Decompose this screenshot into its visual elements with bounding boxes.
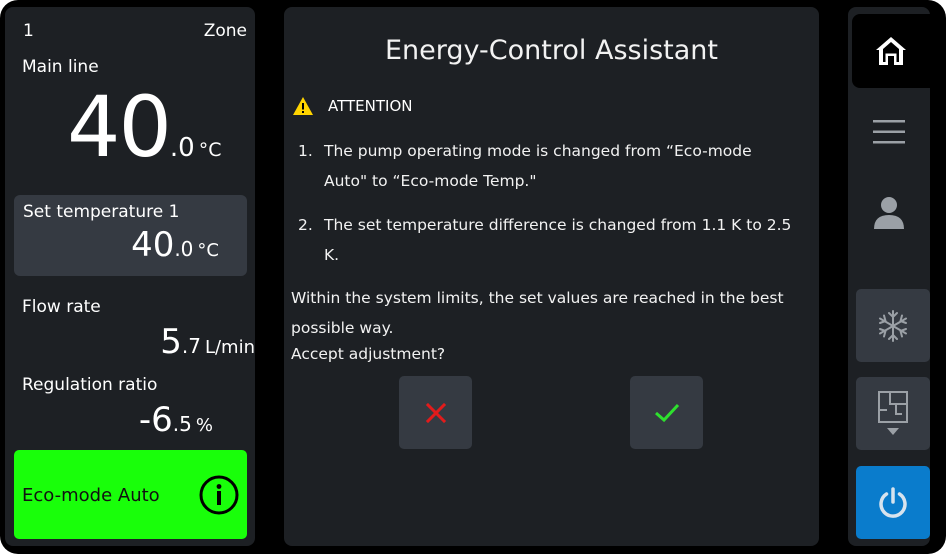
set-temperature-label: Set temperature 1 (23, 202, 180, 222)
warning-icon (293, 97, 313, 115)
attention-text: ATTENTION (328, 97, 413, 115)
energy-control-dialog: Energy-Control Assistant ATTENTION 1. Th… (284, 7, 819, 546)
zone-panel: 1 Zone Main line 40.0 °C Set temperature … (5, 7, 255, 546)
dialog-body-line: Within the system limits, the set values… (291, 289, 784, 307)
set-temperature-tile[interactable]: Set temperature 1 40.0 °C (14, 195, 247, 276)
regulation-ratio-dec: .5 (172, 412, 192, 436)
power-button[interactable] (856, 466, 930, 539)
eco-mode-label: Eco-mode Auto (22, 485, 160, 506)
device-screen: 1 Zone Main line 40.0 °C Set temperature … (0, 0, 946, 554)
flow-rate-int: 5 (160, 322, 182, 362)
zone-label[interactable]: Zone (204, 21, 247, 41)
nav-home-button[interactable] (852, 14, 930, 88)
regulation-ratio-label: Regulation ratio (22, 375, 158, 395)
regulation-ratio-value: -6.5% (139, 400, 213, 440)
nav-menu-button[interactable] (848, 97, 930, 167)
main-line-label: Main line (22, 57, 99, 77)
close-icon (425, 402, 446, 423)
change-list: 1. The pump operating mode is changed fr… (298, 136, 808, 270)
confirm-button[interactable] (630, 376, 703, 449)
regulation-ratio-int: -6 (138, 400, 173, 440)
main-line-unit: °C (198, 139, 222, 161)
cancel-button[interactable] (399, 376, 472, 449)
dialog-body-line: possible way. (291, 319, 394, 337)
power-icon (879, 486, 907, 518)
floor-plan-icon (878, 390, 908, 435)
list-item: 2. The set temperature difference is cha… (298, 210, 808, 270)
list-item-text-line: The set temperature difference is change… (324, 216, 792, 264)
nav-cooling-button[interactable] (856, 289, 930, 362)
flow-rate-dec: .7 (181, 334, 201, 358)
list-item-number: 1. (298, 142, 313, 160)
accept-question: Accept adjustment? (291, 345, 446, 363)
main-line-int: 40 (67, 78, 172, 176)
zone-number: 1 (23, 21, 34, 41)
set-temperature-int: 40 (131, 225, 175, 265)
main-line-dec: .0 (169, 133, 195, 163)
main-line-temperature: 40.0 °C (67, 85, 221, 169)
home-icon (876, 37, 906, 65)
set-temperature-unit: °C (197, 240, 219, 261)
set-temperature-dec: .0 (174, 237, 194, 261)
info-icon[interactable] (198, 474, 240, 516)
menu-icon (873, 120, 905, 144)
dialog-body: Within the system limits, the set values… (291, 283, 811, 343)
check-icon (654, 403, 679, 422)
user-icon (874, 197, 904, 229)
eco-mode-tile[interactable]: Eco-mode Auto (14, 450, 247, 539)
set-temperature-value: 40.0 °C (131, 225, 219, 265)
list-item: 1. The pump operating mode is changed fr… (298, 136, 808, 196)
flow-rate-value: 5.7 L/min (160, 322, 255, 362)
flow-rate-unit: L/min (204, 337, 255, 358)
list-item-text-line: The pump operating mode is changed from … (324, 142, 752, 160)
list-item-number: 2. (298, 216, 313, 234)
flow-rate-label: Flow rate (22, 297, 101, 317)
regulation-ratio-unit: % (195, 415, 213, 436)
nav-zones-button[interactable] (856, 377, 930, 450)
snowflake-icon (879, 309, 907, 342)
dialog-title: Energy-Control Assistant (385, 35, 718, 66)
nav-user-button[interactable] (848, 178, 930, 248)
list-item-text-line: Auto" to “Eco-mode Temp." (324, 172, 537, 190)
